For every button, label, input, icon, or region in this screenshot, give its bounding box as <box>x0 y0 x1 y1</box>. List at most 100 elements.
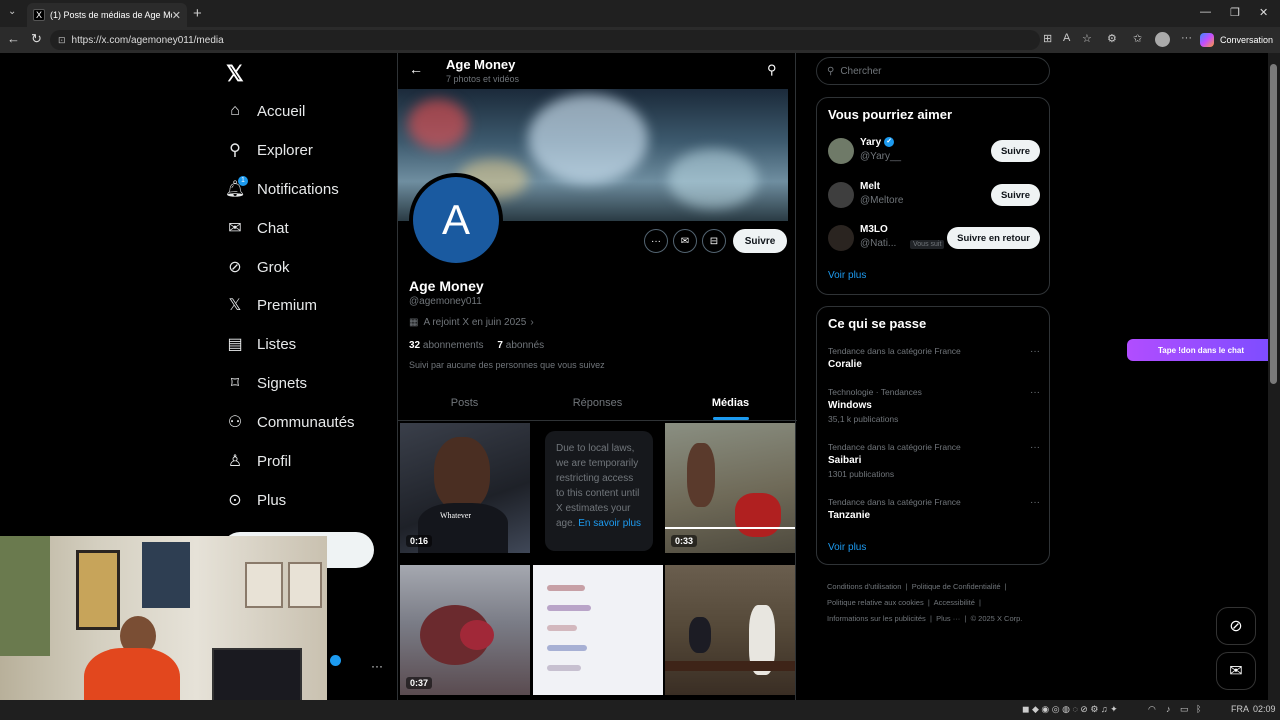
see-more-link[interactable]: Voir plus <box>828 542 866 553</box>
clock[interactable]: 02:09 <box>1253 704 1276 714</box>
browser-tab[interactable]: X (1) Posts de médias de Age Money ✕ <box>27 3 187 27</box>
browser-menu-icon[interactable]: ··· <box>1181 32 1192 44</box>
nav-more[interactable]: ⊙ Plus <box>226 489 286 511</box>
window-close-icon[interactable]: ✕ <box>1259 6 1268 19</box>
trend-item[interactable]: Tendance dans la catégorie France Saibar… <box>828 442 1040 479</box>
followers-link[interactable]: 7 abonnés <box>497 340 544 351</box>
browser-profile-avatar[interactable] <box>1155 32 1170 47</box>
follow-button[interactable]: Suivre <box>733 229 787 253</box>
message-icon[interactable]: ✉ <box>673 229 697 253</box>
search-icon[interactable]: ⚲ <box>767 62 777 78</box>
media-item[interactable]: 0:37 <box>400 565 530 695</box>
app-available-icon[interactable]: ⊞ <box>1043 32 1052 45</box>
following-link[interactable]: 32 abonnements <box>409 340 484 351</box>
tab-replies[interactable]: Réponses <box>531 386 664 420</box>
read-aloud-icon[interactable]: A <box>1063 32 1070 44</box>
trend-item[interactable]: Technologie · Tendances Windows 35,1 k p… <box>828 387 1040 424</box>
reload-icon[interactable]: ↻ <box>31 31 42 47</box>
tab-actions-chevron-icon[interactable]: ⌄ <box>8 6 16 17</box>
favorite-star-icon[interactable]: ☆ <box>1082 32 1092 45</box>
privacy-link[interactable]: Politique de Confidentialité <box>912 582 1001 591</box>
messages-icon[interactable]: ✉ <box>1216 652 1256 690</box>
wifi-icon[interactable]: ◠ <box>1148 704 1156 715</box>
notification-badge: 1 <box>238 176 248 186</box>
profile-avatar[interactable]: A <box>409 173 503 267</box>
tab-media[interactable]: Médias <box>664 386 797 420</box>
suggestion-name: M3LO <box>860 224 888 235</box>
favorites-icon[interactable]: ✩ <box>1133 32 1142 45</box>
bluetooth-icon[interactable]: ᛒ <box>1196 704 1201 714</box>
video-duration: 0:16 <box>406 535 433 547</box>
join-date-link[interactable]: ▦ A rejoint X en juin 2025 › <box>409 317 534 328</box>
media-item[interactable] <box>533 565 663 695</box>
see-more-link[interactable]: Voir plus <box>828 270 866 281</box>
address-bar[interactable]: ⊡ https://x.com/agemoney011/media <box>50 30 1040 50</box>
profile-name: Age Money <box>409 278 484 294</box>
volume-icon[interactable]: ♪ <box>1166 704 1171 714</box>
copilot-button[interactable]: Conversation <box>1200 30 1273 50</box>
x-logo-icon[interactable]: 𝕏 <box>226 61 244 87</box>
more-options-icon[interactable]: ··· <box>1030 346 1040 357</box>
trend-item[interactable]: Tendance dans la catégorie France Corali… <box>828 346 1040 370</box>
suggestion-row[interactable]: Yary ✓ @Yary__ Suivre <box>828 136 1040 166</box>
more-options-icon[interactable]: ··· <box>644 229 668 253</box>
battery-icon[interactable]: ▭ <box>1180 704 1189 715</box>
nav-notifications[interactable]: 🔔︎ 1 Notifications <box>225 176 339 200</box>
suggestion-handle: @Yary__ <box>860 151 902 162</box>
follow-button[interactable]: Suivre <box>990 140 1040 162</box>
accessibility-link[interactable]: Accessibilité <box>934 598 975 607</box>
suggestion-row[interactable]: M3LO @Nati... Vous suit Suivre en retour <box>828 223 1040 253</box>
minimize-icon[interactable]: — <box>1200 6 1211 18</box>
maximize-icon[interactable]: ❐ <box>1230 6 1240 19</box>
profile-handle: @agemoney011 <box>409 296 482 307</box>
suggestion-row[interactable]: Melt @Meltore Suivre <box>828 180 1040 210</box>
avatar[interactable] <box>828 182 854 208</box>
cookies-link[interactable]: Politique relative aux cookies <box>827 598 924 607</box>
more-options-icon[interactable]: ··· <box>1030 387 1040 398</box>
new-tab-button[interactable]: + <box>193 5 202 22</box>
back-arrow-icon[interactable]: ← <box>7 31 20 46</box>
footer-links: Conditions d'utilisation | Politique de … <box>827 582 1023 623</box>
chevron-right-icon: › <box>530 317 534 328</box>
nav-explore[interactable]: ⚲ Explorer <box>226 139 313 161</box>
grok-icon[interactable]: ⊘ <box>1216 607 1256 645</box>
nav-lists[interactable]: ▤ Listes <box>226 333 296 355</box>
ads-info-link[interactable]: Informations sur les publicités <box>827 614 926 623</box>
nav-home[interactable]: ⌂ Accueil <box>226 100 305 122</box>
main-column: ← Age Money 7 photos et vidéos ⚲ A ··· ✉… <box>397 53 797 700</box>
follow-button[interactable]: Suivre <box>990 184 1040 206</box>
account-menu-icon[interactable]: ··· <box>371 659 383 673</box>
nav-bookmarks[interactable]: ⌑ Signets <box>226 372 307 394</box>
extensions-icon[interactable]: ⚙ <box>1107 32 1117 45</box>
site-info-icon[interactable]: ⊡ <box>58 35 66 46</box>
avatar[interactable] <box>828 138 854 164</box>
suggestion-name: Yary <box>860 137 882 148</box>
nav-chat[interactable]: ✉ Chat <box>226 217 288 239</box>
scrollbar-thumb[interactable] <box>1270 64 1277 384</box>
avatar[interactable] <box>828 225 854 251</box>
search-input[interactable]: ⚲ Chercher <box>816 57 1050 85</box>
media-item[interactable]: 0:33 <box>665 423 795 553</box>
tab-close-icon[interactable]: ✕ <box>172 9 181 22</box>
subscribe-icon[interactable]: ⊟ <box>702 229 726 253</box>
tab-posts[interactable]: Posts <box>398 386 531 420</box>
trend-item[interactable]: Tendance dans la catégorie France Tanzan… <box>828 497 1040 521</box>
media-item[interactable] <box>665 565 795 695</box>
learn-more-link[interactable]: En savoir plus <box>578 518 641 529</box>
tray-apps-icon[interactable]: ◼ ◆ ◉ ◎ ◍ ◌ ⊘ ⚙ ♫ ✦ <box>1022 704 1118 715</box>
terms-link[interactable]: Conditions d'utilisation <box>827 582 901 591</box>
follow-back-button[interactable]: Suivre en retour <box>947 227 1040 249</box>
nav-profile[interactable]: ♙ Profil <box>226 450 291 472</box>
nav-premium[interactable]: 𝕏 Premium <box>226 294 317 316</box>
language-indicator[interactable]: FRA <box>1231 704 1249 714</box>
more-link[interactable]: Plus ··· <box>936 614 960 623</box>
nav-communities[interactable]: ⚇ Communautés <box>226 411 355 433</box>
back-arrow-icon[interactable]: ← <box>409 61 423 77</box>
media-item[interactable]: Whatever 0:16 <box>400 423 530 553</box>
more-options-icon[interactable]: ··· <box>1030 497 1040 508</box>
list-icon: ▤ <box>227 336 243 353</box>
trend-name: Coralie <box>828 359 862 370</box>
more-options-icon[interactable]: ··· <box>1030 442 1040 453</box>
nav-grok[interactable]: ⊘ Grok <box>226 256 289 278</box>
video-duration: 0:37 <box>406 677 433 689</box>
